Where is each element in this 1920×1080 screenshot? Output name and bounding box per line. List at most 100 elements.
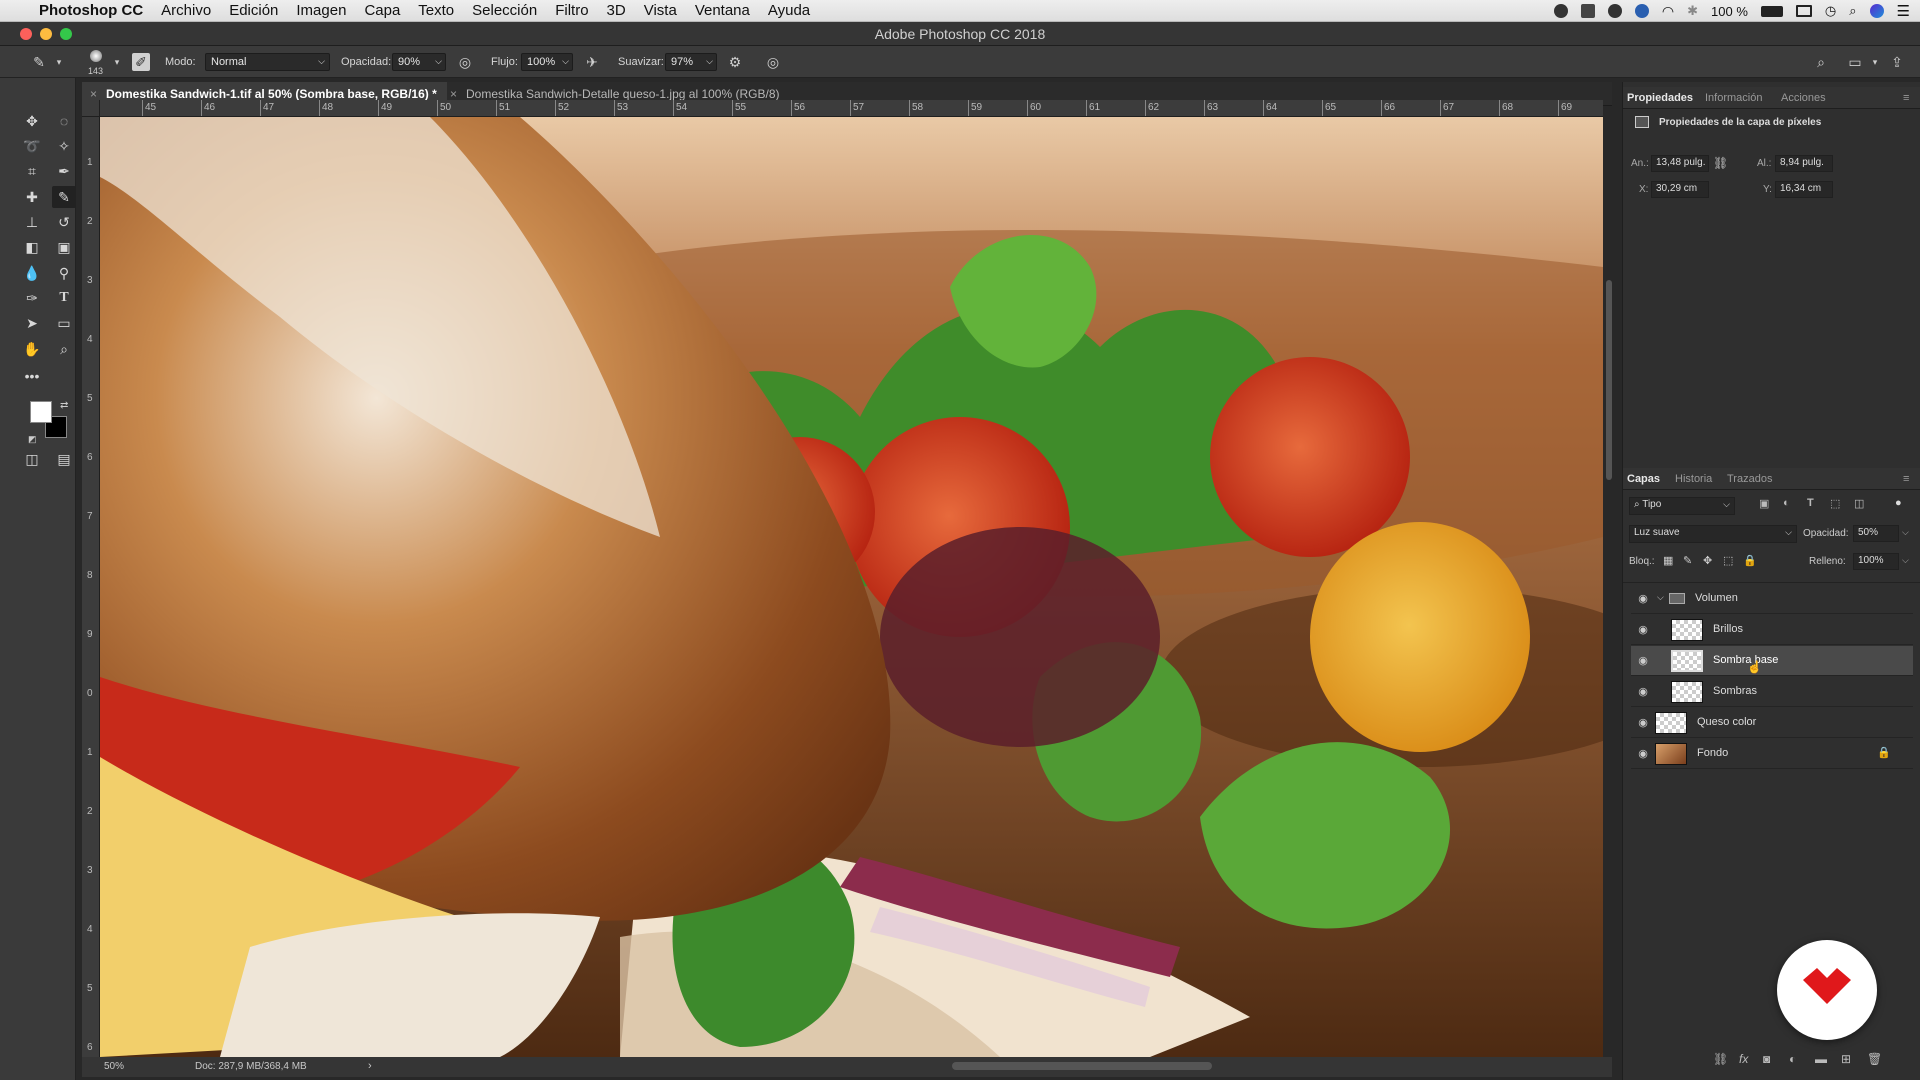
lock-pixels-icon[interactable]: ✎ <box>1683 554 1692 567</box>
filter-smart-object-icon[interactable]: ◫ <box>1854 497 1864 510</box>
tab-trazados[interactable]: Trazados <box>1727 473 1772 485</box>
more-tools-icon[interactable]: ••• <box>20 365 44 387</box>
delete-layer-icon[interactable]: 🗑 <box>1867 1052 1882 1066</box>
vertical-scrollbar[interactable] <box>1606 280 1612 480</box>
lock-position-icon[interactable]: ✥ <box>1703 554 1712 567</box>
wifi-icon[interactable]: ◠ <box>1662 3 1674 20</box>
tab-historia[interactable]: Historia <box>1675 473 1712 485</box>
share-icon[interactable]: ⇪ <box>1888 53 1906 71</box>
link-icon[interactable]: ⛓ <box>1713 156 1728 170</box>
brush-picker-chevron-icon[interactable]: ▾ <box>108 53 126 71</box>
blend-mode-select[interactable]: Luz suave ⌵ <box>1629 525 1797 543</box>
layer-queso-color[interactable]: ◉ Queso color <box>1631 708 1913 738</box>
magic-wand-tool-icon[interactable]: ✧ <box>52 135 76 157</box>
layer-sombras[interactable]: ◉ Sombras <box>1631 677 1913 707</box>
group-expand-chevron-icon[interactable]: ⌵ <box>1657 592 1664 603</box>
hand-tool-icon[interactable]: ✋ <box>20 338 44 360</box>
creative-cloud-icon[interactable] <box>1607 4 1622 18</box>
app-status-icon[interactable] <box>1634 4 1649 18</box>
lock-transparent-icon[interactable]: ▦ <box>1663 554 1673 567</box>
airplay-icon[interactable] <box>1795 5 1812 17</box>
vertical-ruler[interactable]: 12345678901234567 <box>82 117 100 1057</box>
pressure-opacity-icon[interactable]: ◎ <box>456 53 474 71</box>
horizontal-ruler[interactable]: 45 46 47 48 49 50 51 52 53 54 55 56 57 58 59 60 61 62 63 64… <box>100 100 1603 117</box>
layer-group-volumen[interactable]: ◉ ⌵ Volumen <box>1631 584 1913 614</box>
type-tool-icon[interactable]: T <box>52 287 76 309</box>
tab-capas[interactable]: Capas <box>1627 473 1660 485</box>
menu-app-name[interactable]: Photoshop CC <box>30 2 152 19</box>
quick-mask-icon[interactable]: ◫ <box>20 448 44 470</box>
visibility-eye-icon[interactable]: ◉ <box>1636 654 1650 668</box>
suavizar-input[interactable]: 97% ⌵ <box>665 53 717 71</box>
history-brush-tool-icon[interactable]: ↺ <box>52 211 76 233</box>
brush-tool-icon[interactable]: ✎ <box>30 53 48 71</box>
new-group-icon[interactable]: ▬ <box>1815 1052 1827 1066</box>
tab-propiedades[interactable]: Propiedades <box>1627 92 1693 104</box>
document-canvas[interactable] <box>100 117 1603 1057</box>
chevron-down-icon[interactable]: ⌵ <box>1902 555 1909 566</box>
blur-tool-icon[interactable]: 💧 <box>20 262 44 284</box>
crop-tool-icon[interactable]: ⌗ <box>20 160 44 182</box>
dropbox-icon[interactable] <box>1580 4 1595 18</box>
workspace-chevron-icon[interactable]: ▾ <box>1866 53 1884 71</box>
brush-tool-icon[interactable]: ✎ <box>52 186 76 208</box>
layer-filter-select[interactable]: ⌕ Tipo ⌵ <box>1629 497 1735 515</box>
lock-artboard-icon[interactable]: ⬚ <box>1723 554 1733 567</box>
al-field[interactable]: 8,94 pulg. <box>1775 155 1833 172</box>
airbrush-icon[interactable]: ✈ <box>583 53 601 71</box>
battery-icon[interactable] <box>1760 5 1783 17</box>
marquee-tool-icon[interactable]: ◌ <box>52 110 76 132</box>
ruler-origin[interactable] <box>82 100 100 117</box>
eraser-tool-icon[interactable]: ◧ <box>20 236 44 258</box>
menu-seleccion[interactable]: Selección <box>463 2 546 19</box>
dodge-tool-icon[interactable]: ⚲ <box>52 262 76 284</box>
opacidad-input[interactable]: 90% ⌵ <box>392 53 446 71</box>
filter-shape-icon[interactable]: ⬚ <box>1830 497 1840 510</box>
zoom-level[interactable]: 50% <box>104 1061 124 1072</box>
chevron-down-icon[interactable]: ⌵ <box>1902 527 1909 538</box>
adjustment-layer-icon[interactable]: ◐ <box>1789 1052 1796 1066</box>
link-layers-icon[interactable]: ⛓ <box>1713 1052 1728 1066</box>
layer-opacidad-field[interactable]: 50% <box>1853 525 1899 542</box>
siri-icon[interactable] <box>1869 4 1884 18</box>
menu-filtro[interactable]: Filtro <box>546 2 597 19</box>
gradient-tool-icon[interactable]: ▣ <box>52 236 76 258</box>
spotlight-icon[interactable]: ⌕ <box>1849 3 1856 19</box>
add-mask-icon[interactable]: ◙ <box>1763 1052 1770 1066</box>
layer-brillos[interactable]: ◉ Brillos <box>1631 615 1913 645</box>
clone-stamp-tool-icon[interactable]: ⊥ <box>20 211 44 233</box>
menu-edicion[interactable]: Edición <box>220 2 287 19</box>
an-field[interactable]: 13,48 pulg. <box>1651 155 1709 172</box>
visibility-eye-icon[interactable]: ◉ <box>1636 592 1650 606</box>
tab-acciones[interactable]: Acciones <box>1781 92 1826 104</box>
search-icon[interactable]: ⌕ <box>1812 53 1830 71</box>
visibility-eye-icon[interactable]: ◉ <box>1636 623 1650 637</box>
eyedropper-tool-icon[interactable]: ✒ <box>52 160 76 182</box>
path-selection-tool-icon[interactable]: ➤ <box>20 312 44 334</box>
time-machine-icon[interactable]: ◷ <box>1825 3 1836 19</box>
lock-all-icon[interactable]: 🔒 <box>1743 554 1757 567</box>
menu-ventana[interactable]: Ventana <box>686 2 759 19</box>
lasso-tool-icon[interactable]: ➰ <box>20 135 44 157</box>
filter-type-icon[interactable]: T <box>1807 497 1814 509</box>
relleno-field[interactable]: 100% <box>1853 553 1899 570</box>
sandwich-photo[interactable] <box>100 117 1603 1057</box>
default-colors-icon[interactable]: ◩ <box>28 434 37 445</box>
filter-pixel-icon[interactable]: ▣ <box>1759 497 1769 510</box>
pen-tool-icon[interactable]: ✑ <box>20 287 44 309</box>
menu-vista[interactable]: Vista <box>635 2 686 19</box>
panel-menu-icon[interactable]: ≡ <box>1903 92 1909 104</box>
pressure-size-icon[interactable]: ◎ <box>764 53 782 71</box>
screen-mode-icon[interactable]: ▤ <box>52 448 76 470</box>
layer-sombra-base[interactable]: ◉ Sombra base ☝ <box>1631 646 1913 676</box>
foreground-color-swatch[interactable] <box>30 401 52 423</box>
layer-fondo[interactable]: ◉ Fondo 🔒 <box>1631 739 1913 769</box>
menu-archivo[interactable]: Archivo <box>152 2 220 19</box>
bluetooth-icon[interactable]: ✱ <box>1687 3 1698 19</box>
visibility-eye-icon[interactable]: ◉ <box>1636 747 1650 761</box>
healing-brush-tool-icon[interactable]: ✚ <box>20 186 44 208</box>
modo-select[interactable]: Normal ⌵ <box>205 53 330 71</box>
panel-menu-icon[interactable]: ≡ <box>1903 473 1909 485</box>
swap-colors-icon[interactable]: ⇄ <box>60 400 68 411</box>
brush-settings-icon[interactable]: ✐ <box>132 53 150 71</box>
